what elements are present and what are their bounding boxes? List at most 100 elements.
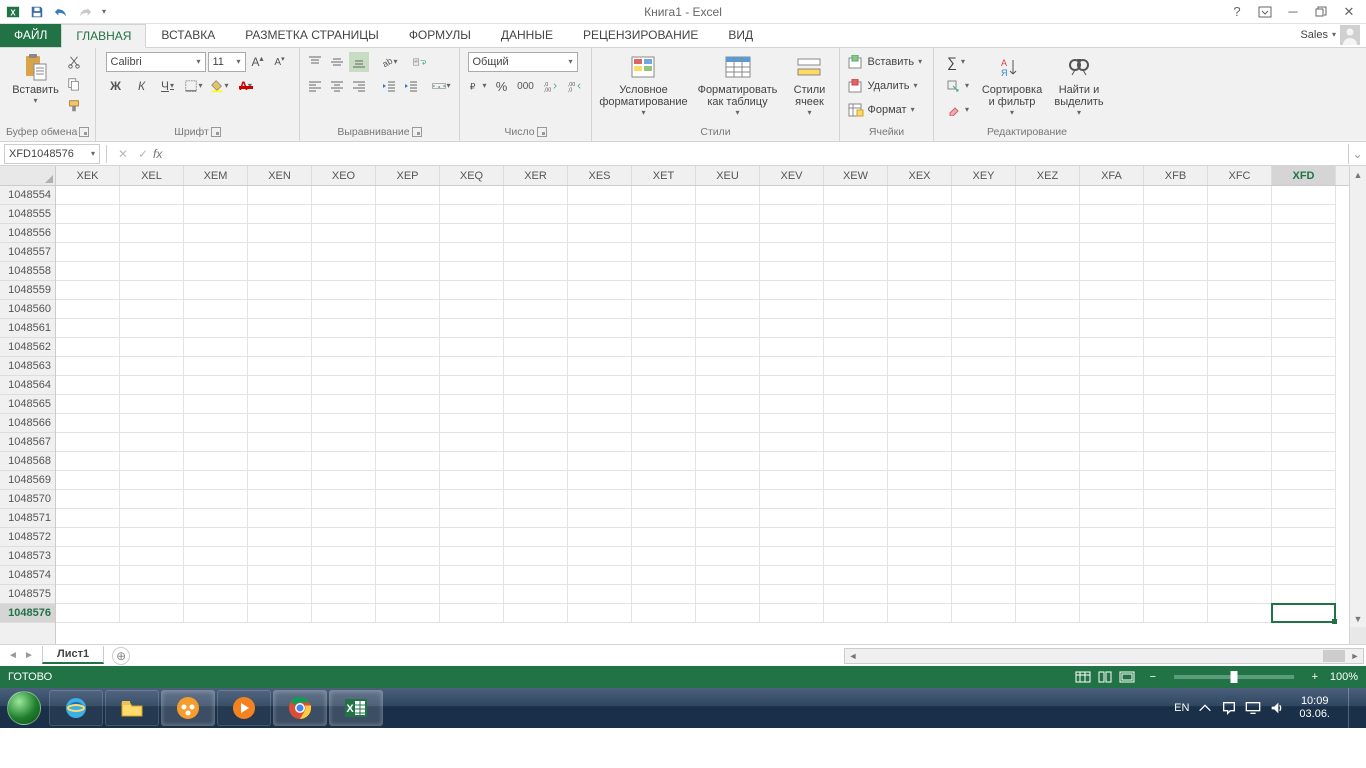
cell[interactable] xyxy=(568,338,632,357)
cell[interactable] xyxy=(376,243,440,262)
cell[interactable] xyxy=(440,433,504,452)
cell[interactable] xyxy=(568,395,632,414)
cell[interactable] xyxy=(504,490,568,509)
cell[interactable] xyxy=(312,566,376,585)
cell[interactable] xyxy=(696,262,760,281)
row-header[interactable]: 1048573 xyxy=(0,547,55,566)
cell[interactable] xyxy=(440,509,504,528)
cell[interactable] xyxy=(120,338,184,357)
cell[interactable] xyxy=(632,585,696,604)
cell[interactable] xyxy=(632,452,696,471)
cell[interactable] xyxy=(952,414,1016,433)
cell[interactable] xyxy=(1208,566,1272,585)
tray-clock[interactable]: 10:0903.06. xyxy=(1293,695,1336,721)
cell[interactable] xyxy=(504,243,568,262)
worksheet-grid[interactable]: 1048554104855510485561048557104855810485… xyxy=(0,166,1366,644)
cell[interactable] xyxy=(1144,338,1208,357)
cell[interactable] xyxy=(312,300,376,319)
cell[interactable] xyxy=(184,224,248,243)
sheet-tab-active[interactable]: Лист1 xyxy=(42,646,104,664)
bold-button[interactable]: Ж xyxy=(106,76,126,96)
save-icon[interactable] xyxy=(26,2,48,22)
cell[interactable] xyxy=(1272,376,1336,395)
cell[interactable] xyxy=(824,319,888,338)
cell[interactable] xyxy=(1208,376,1272,395)
autosum-button[interactable]: ∑▾ xyxy=(945,52,975,72)
cell[interactable] xyxy=(568,490,632,509)
tab-данные[interactable]: ДАННЫЕ xyxy=(486,23,568,47)
cell[interactable] xyxy=(568,509,632,528)
tab-вид[interactable]: ВИД xyxy=(713,23,768,47)
cell[interactable] xyxy=(1208,338,1272,357)
cell[interactable] xyxy=(760,528,824,547)
cell[interactable] xyxy=(504,433,568,452)
cell[interactable] xyxy=(952,395,1016,414)
cell[interactable] xyxy=(1080,281,1144,300)
cell[interactable] xyxy=(248,357,312,376)
cell[interactable] xyxy=(1208,319,1272,338)
tray-overflow-icon[interactable] xyxy=(1197,700,1213,716)
cell[interactable] xyxy=(1208,452,1272,471)
cell[interactable] xyxy=(1144,604,1208,623)
orientation-icon[interactable]: ab▾ xyxy=(379,52,399,72)
cell[interactable] xyxy=(504,300,568,319)
cell[interactable] xyxy=(632,528,696,547)
cell[interactable] xyxy=(888,357,952,376)
cell[interactable] xyxy=(1208,547,1272,566)
cell[interactable] xyxy=(504,509,568,528)
grow-font-icon[interactable]: A▴ xyxy=(248,52,268,72)
cell[interactable] xyxy=(1272,262,1336,281)
cell[interactable] xyxy=(824,585,888,604)
row-header[interactable]: 1048565 xyxy=(0,395,55,414)
cell[interactable] xyxy=(632,509,696,528)
cell[interactable] xyxy=(120,376,184,395)
cell[interactable] xyxy=(248,262,312,281)
cell[interactable] xyxy=(184,186,248,205)
cell[interactable] xyxy=(952,262,1016,281)
cell[interactable] xyxy=(120,604,184,623)
cell[interactable] xyxy=(1272,566,1336,585)
cell[interactable] xyxy=(1144,528,1208,547)
cell[interactable] xyxy=(1144,224,1208,243)
conditional-formatting-button[interactable]: Условное форматирование▾ xyxy=(596,52,692,118)
cell[interactable] xyxy=(760,547,824,566)
cell[interactable] xyxy=(568,452,632,471)
cell[interactable] xyxy=(888,528,952,547)
cell[interactable] xyxy=(120,509,184,528)
cell[interactable] xyxy=(440,566,504,585)
column-header[interactable]: XEP xyxy=(376,166,440,185)
cell[interactable] xyxy=(376,376,440,395)
cell[interactable] xyxy=(120,186,184,205)
cell[interactable] xyxy=(184,243,248,262)
cell[interactable] xyxy=(952,452,1016,471)
cell[interactable] xyxy=(56,585,120,604)
column-header[interactable]: XEV xyxy=(760,166,824,185)
cell[interactable] xyxy=(696,319,760,338)
cell[interactable] xyxy=(760,452,824,471)
cell[interactable] xyxy=(1144,433,1208,452)
cell[interactable] xyxy=(1272,547,1336,566)
cell[interactable] xyxy=(312,262,376,281)
cell[interactable] xyxy=(1144,262,1208,281)
cell[interactable] xyxy=(696,205,760,224)
italic-button[interactable]: К xyxy=(132,76,152,96)
cell[interactable] xyxy=(760,319,824,338)
cell[interactable] xyxy=(1080,243,1144,262)
cell[interactable] xyxy=(184,585,248,604)
cell[interactable] xyxy=(1016,490,1080,509)
cell[interactable] xyxy=(312,395,376,414)
cell[interactable] xyxy=(248,566,312,585)
cell[interactable] xyxy=(248,509,312,528)
cell[interactable] xyxy=(248,528,312,547)
cell[interactable] xyxy=(1208,186,1272,205)
cell[interactable] xyxy=(632,471,696,490)
cell[interactable] xyxy=(312,243,376,262)
cell[interactable] xyxy=(1272,357,1336,376)
cell[interactable] xyxy=(952,547,1016,566)
clipboard-launcher[interactable] xyxy=(79,127,89,137)
cell[interactable] xyxy=(1016,471,1080,490)
cut-icon[interactable] xyxy=(64,52,84,72)
cell[interactable] xyxy=(248,281,312,300)
cell[interactable] xyxy=(504,224,568,243)
cell[interactable] xyxy=(504,528,568,547)
